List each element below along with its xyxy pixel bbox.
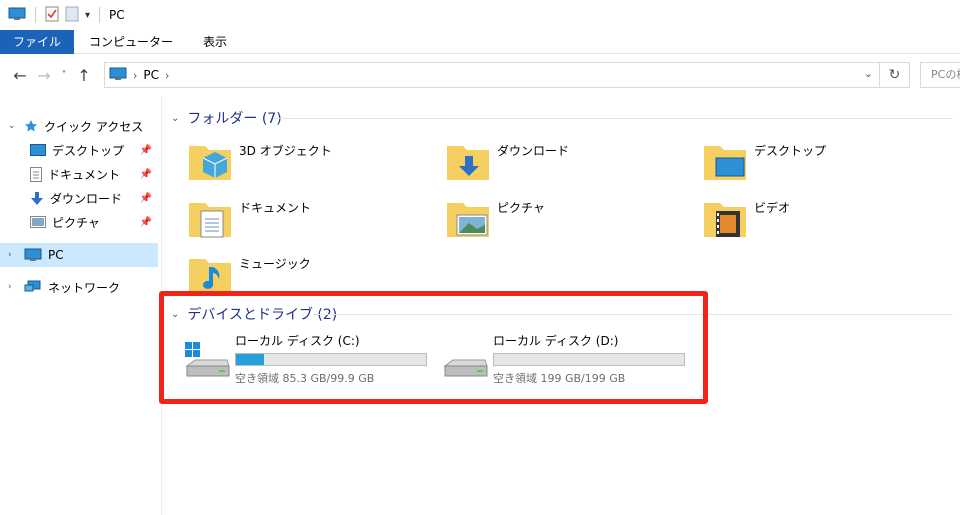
- navigation-pane: ⌄ クイック アクセス デスクトップ 📌 ドキュメント 📌 ダウンロード 📌 ピ…: [0, 96, 162, 515]
- folders-group-header[interactable]: ⌄ フォルダー (7): [171, 108, 282, 128]
- new-folder-icon[interactable]: [65, 6, 79, 25]
- recent-locations-icon[interactable]: ˅: [56, 70, 72, 81]
- download-icon: [30, 191, 44, 206]
- nav-item-pc[interactable]: › PC: [0, 243, 158, 267]
- desktop-folder-icon: [704, 146, 746, 180]
- customize-toolbar-icon[interactable]: ▾: [85, 10, 90, 21]
- folder-documents[interactable]: ドキュメント: [187, 195, 311, 241]
- breadcrumb-chevron-icon[interactable]: ›: [133, 69, 137, 82]
- pin-icon[interactable]: 📌: [140, 217, 152, 228]
- 3d-objects-icon: [189, 146, 231, 180]
- quick-access-toolbar: ▾: [8, 6, 103, 25]
- title-bar: ▾ PC: [0, 0, 960, 30]
- breadcrumb-chevron-icon[interactable]: ›: [165, 69, 169, 82]
- nav-label: ダウンロード: [50, 191, 123, 206]
- chevron-right-icon[interactable]: ›: [8, 282, 18, 292]
- folder-label: ダウンロード: [497, 144, 570, 158]
- folder-label: 3D オブジェクト: [239, 144, 332, 158]
- pin-icon[interactable]: 📌: [140, 169, 152, 180]
- address-bar[interactable]: › PC › ⌄: [104, 62, 880, 88]
- nav-label: デスクトップ: [52, 143, 125, 158]
- group-divider: [273, 118, 953, 119]
- chevron-down-icon[interactable]: ⌄: [864, 67, 873, 80]
- folder-3d-objects[interactable]: 3D オブジェクト: [187, 138, 332, 184]
- nav-label: クイック アクセス: [44, 119, 144, 134]
- chevron-down-icon[interactable]: ⌄: [8, 121, 18, 131]
- downloads-folder-icon: [447, 146, 489, 180]
- computer-icon: [24, 248, 42, 262]
- refresh-icon: ↻: [888, 67, 901, 83]
- tab-file[interactable]: ファイル: [0, 30, 75, 54]
- nav-label: ネットワーク: [48, 280, 121, 295]
- nav-label: ピクチャ: [52, 215, 100, 230]
- properties-icon[interactable]: [45, 6, 59, 25]
- tab-computer[interactable]: コンピューター: [74, 30, 188, 54]
- search-input[interactable]: PCの検索: [920, 62, 960, 88]
- nav-label: PC: [48, 248, 64, 262]
- folder-desktop[interactable]: デスクトップ: [702, 138, 826, 184]
- separator: [35, 7, 36, 23]
- computer-icon: [109, 67, 127, 84]
- videos-folder-icon: [704, 203, 746, 237]
- forward-arrow-icon[interactable]: →: [32, 66, 56, 85]
- document-icon: [30, 166, 42, 182]
- folder-label: ミュージック: [239, 257, 311, 271]
- pin-icon[interactable]: 📌: [140, 145, 152, 156]
- up-arrow-icon[interactable]: ↑: [72, 66, 96, 85]
- pin-icon[interactable]: 📌: [140, 193, 152, 204]
- pictures-folder-icon: [447, 203, 489, 237]
- nav-quick-access[interactable]: ⌄ クイック アクセス: [0, 114, 158, 138]
- refresh-button[interactable]: ↻: [880, 62, 910, 88]
- folder-label: ピクチャ: [497, 201, 545, 215]
- window-title: PC: [109, 8, 125, 22]
- separator: [99, 7, 101, 23]
- folder-videos[interactable]: ビデオ: [702, 195, 790, 241]
- folder-label: ドキュメント: [239, 201, 312, 215]
- highlight-box: [159, 291, 708, 404]
- ribbon-tabs: ファイル コンピューター 表示: [0, 30, 960, 54]
- nav-item-downloads[interactable]: ダウンロード 📌: [0, 186, 158, 210]
- folder-downloads[interactable]: ダウンロード: [445, 138, 569, 184]
- nav-item-network[interactable]: › ネットワーク: [0, 275, 158, 299]
- folder-label: ビデオ: [754, 201, 791, 215]
- chevron-down-icon[interactable]: ⌄: [171, 113, 179, 124]
- nav-item-documents[interactable]: ドキュメント 📌: [0, 162, 158, 186]
- picture-icon: [30, 216, 46, 228]
- nav-item-desktop[interactable]: デスクトップ 📌: [0, 138, 158, 162]
- back-arrow-icon[interactable]: ←: [8, 66, 32, 85]
- chevron-right-icon[interactable]: ›: [8, 250, 18, 260]
- folder-pictures[interactable]: ピクチャ: [445, 195, 545, 241]
- breadcrumb-pc[interactable]: PC: [143, 68, 159, 82]
- computer-icon: [8, 7, 26, 24]
- address-row: ← → ˅ ↑ › PC › ⌄ ↻ PCの検索: [0, 54, 960, 96]
- network-icon: [24, 280, 42, 294]
- tab-view[interactable]: 表示: [188, 30, 242, 54]
- folder-label: デスクトップ: [754, 144, 827, 158]
- documents-folder-icon: [189, 203, 231, 238]
- nav-label: ドキュメント: [48, 167, 121, 182]
- group-title: フォルダー (7): [187, 111, 282, 127]
- nav-item-pictures[interactable]: ピクチャ 📌: [0, 210, 158, 234]
- star-icon: [24, 119, 38, 133]
- desktop-icon: [30, 144, 46, 156]
